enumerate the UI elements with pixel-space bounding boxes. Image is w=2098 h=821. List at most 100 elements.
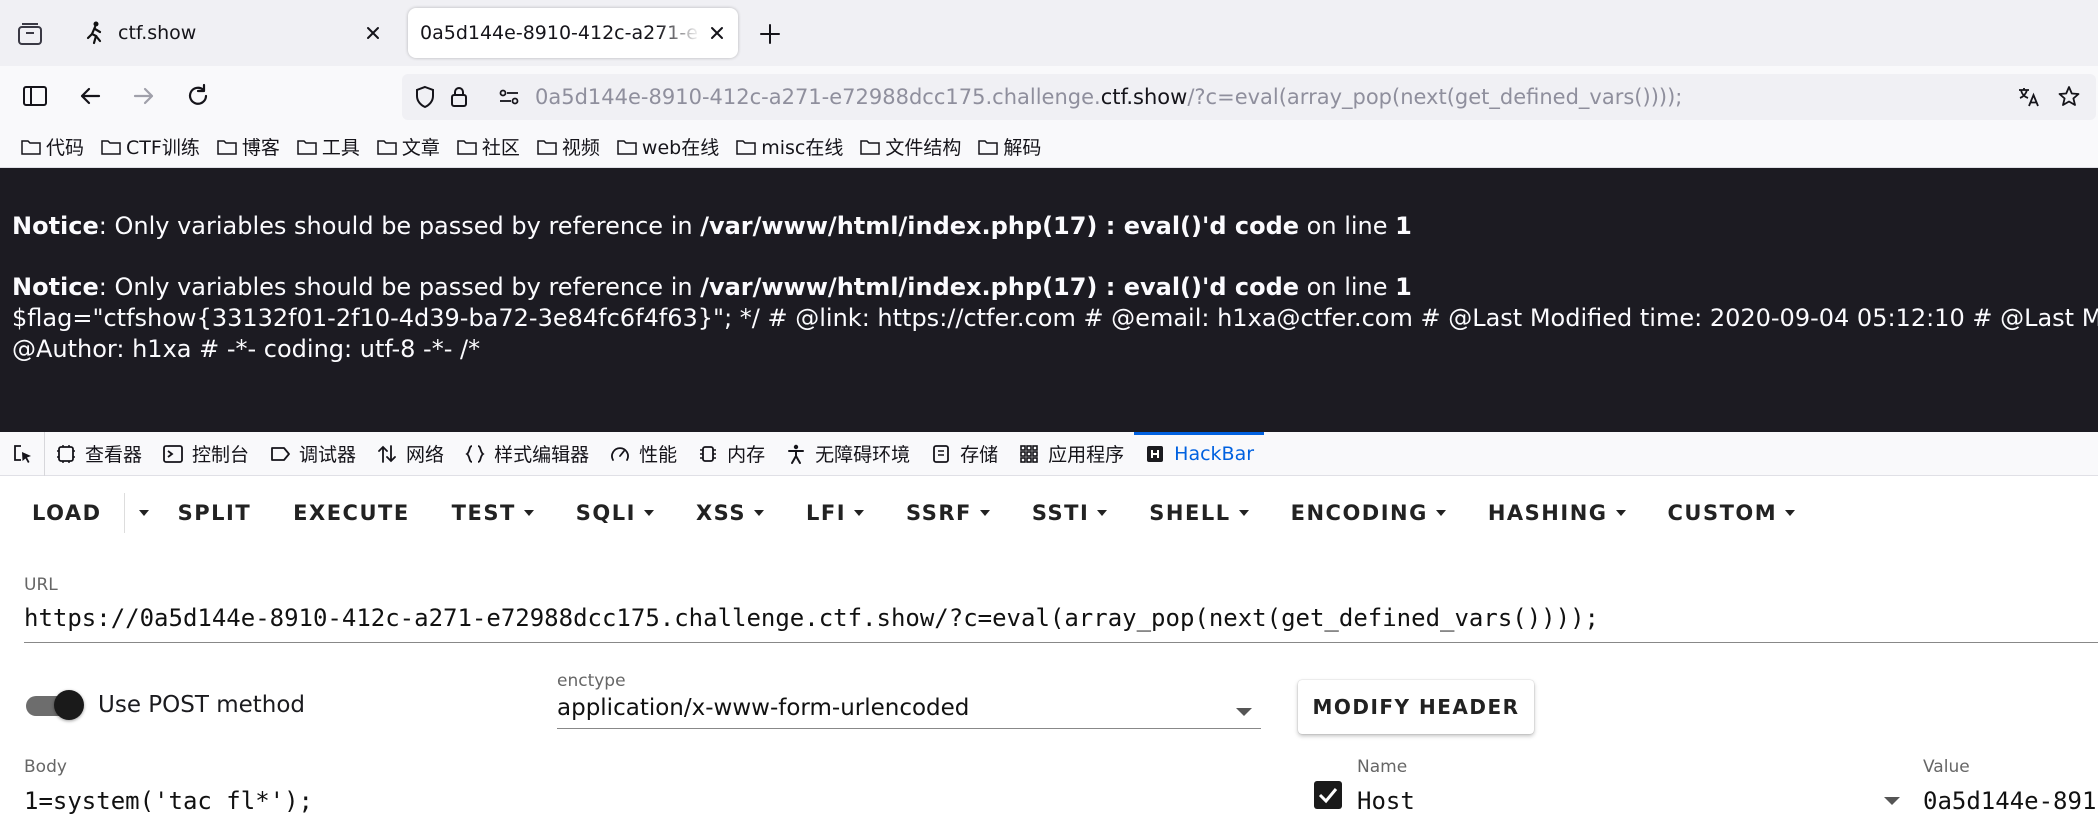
tab-style-editor[interactable]: 样式编辑器 <box>454 432 599 476</box>
url-text[interactable]: 0a5d144e-8910-412c-a271-e72988dcc175.cha… <box>535 74 1682 120</box>
caret-down-icon <box>979 510 990 516</box>
bookmark-label: 代码 <box>46 137 85 159</box>
reload-icon[interactable] <box>183 81 213 111</box>
grid-icon <box>1020 444 1038 463</box>
accessibility-icon <box>788 444 805 464</box>
bookmark-folder[interactable]: 工具 <box>296 133 360 160</box>
tab-inspector[interactable]: 查看器 <box>45 432 152 476</box>
flag-output: $flag="ctfshow{33132f01-2f10-4d39-ba72-3… <box>12 304 2098 332</box>
permissions-icon[interactable] <box>496 84 522 110</box>
caret-down-icon <box>1238 510 1249 516</box>
hackbar-menu: LOAD SPLIT EXECUTE TEST SQLI XSS LFI SSR… <box>0 476 2098 550</box>
enctype-underline <box>557 728 1261 729</box>
split-button[interactable]: SPLIT <box>178 501 252 525</box>
encoding-menu[interactable]: ENCODING <box>1291 501 1446 525</box>
network-icon <box>378 444 396 463</box>
test-menu[interactable]: TEST <box>452 501 534 525</box>
lfi-menu[interactable]: LFI <box>806 501 865 525</box>
runner-favicon-icon <box>86 21 102 45</box>
element-picker-icon <box>14 444 31 463</box>
caret-down-icon <box>753 510 764 516</box>
enctype-dropdown-icon[interactable] <box>1236 708 1252 716</box>
bookmark-folder[interactable]: 代码 <box>20 133 84 160</box>
memory-chip-icon <box>700 445 717 462</box>
body-input[interactable]: 1=system('tac fl*'); <box>24 787 313 815</box>
header-value-input[interactable]: 0a5d144e-891 <box>1923 787 2098 815</box>
bookmark-folder[interactable]: misc在线 <box>735 133 843 160</box>
bookmark-folder[interactable]: 视频 <box>536 133 600 160</box>
close-tab-icon[interactable] <box>356 16 390 50</box>
custom-menu[interactable]: CUSTOM <box>1668 501 1796 525</box>
back-icon[interactable] <box>75 81 105 111</box>
header-enabled-checkbox[interactable] <box>1314 781 1342 809</box>
tab-performance[interactable]: 性能 <box>599 432 687 476</box>
address-bar[interactable]: 0a5d144e-8910-412c-a271-e72988dcc175.cha… <box>402 74 2096 120</box>
bookmark-folder[interactable]: 社区 <box>456 133 520 160</box>
xss-menu[interactable]: XSS <box>696 501 764 525</box>
load-dropdown-button[interactable] <box>123 493 164 533</box>
ssrf-menu[interactable]: SSRF <box>906 501 990 525</box>
bookmark-star-icon[interactable] <box>2056 84 2082 110</box>
translate-icon[interactable] <box>2016 84 2042 110</box>
bookmark-folder[interactable]: 文件结构 <box>859 133 961 160</box>
folder-icon <box>736 139 756 155</box>
tab-debugger[interactable]: 调试器 <box>259 432 366 476</box>
header-name-select[interactable]: Host <box>1357 787 1415 815</box>
load-button[interactable]: LOAD <box>32 501 102 525</box>
bookmark-folder[interactable]: 文章 <box>376 133 440 160</box>
url-input-underline <box>24 642 2098 643</box>
tab-storage[interactable]: 存储 <box>920 432 1008 476</box>
bookmark-label: CTF训练 <box>126 137 200 159</box>
enctype-label: enctype <box>557 671 626 691</box>
header-name-label: Name <box>1357 757 1408 777</box>
modify-header-button[interactable]: MODIFY HEADER <box>1298 680 1534 734</box>
tab-title: ctf.show <box>118 22 197 44</box>
execute-button[interactable]: EXECUTE <box>293 501 410 525</box>
shell-menu[interactable]: SHELL <box>1149 501 1249 525</box>
bookmark-label: 文件结构 <box>885 137 962 159</box>
tracking-protection-shield-icon[interactable] <box>412 84 438 110</box>
tab-hackbar[interactable]: HackBar <box>1134 431 1264 476</box>
caret-down-icon <box>1785 510 1796 516</box>
tab-memory[interactable]: 内存 <box>687 432 775 476</box>
lock-icon[interactable] <box>446 84 472 110</box>
tab-console[interactable]: 控制台 <box>152 432 259 476</box>
sqli-menu[interactable]: SQLI <box>576 501 654 525</box>
bookmark-label: 文章 <box>401 137 440 159</box>
tab-list-icon[interactable] <box>14 18 46 50</box>
element-picker[interactable] <box>0 431 45 476</box>
gauge-icon <box>611 446 629 461</box>
enctype-select[interactable]: application/x-www-form-urlencoded <box>557 695 969 721</box>
bookmark-folder[interactable]: 解码 <box>977 133 1041 160</box>
bookmark-label: 视频 <box>561 137 600 159</box>
bookmark-folder[interactable]: web在线 <box>616 133 719 160</box>
folder-icon <box>101 139 121 155</box>
sidebar-toggle-icon[interactable] <box>20 81 50 111</box>
header-name-dropdown-icon[interactable] <box>1884 797 1900 805</box>
folder-icon <box>377 139 397 155</box>
new-tab-icon[interactable] <box>752 16 788 52</box>
bookmark-folder[interactable]: CTF训练 <box>100 133 200 160</box>
caret-down-icon <box>1097 510 1108 516</box>
tab-challenge[interactable]: 0a5d144e-8910-412c-a271-e72988dcc175 <box>408 8 738 58</box>
caret-down-icon <box>1435 510 1446 516</box>
tab-ctfshow[interactable]: ctf.show <box>64 8 394 58</box>
hashing-menu[interactable]: HASHING <box>1488 501 1626 525</box>
caret-down-icon <box>854 510 865 516</box>
folder-icon <box>457 139 477 155</box>
tab-accessibility[interactable]: 无障碍环境 <box>775 432 920 476</box>
close-tab-icon[interactable] <box>700 16 734 50</box>
tab-title: 0a5d144e-8910-412c-a271-e72988dcc175 <box>420 22 700 44</box>
caret-down-icon <box>139 510 150 516</box>
post-method-toggle[interactable] <box>26 690 84 720</box>
post-method-label: Use POST method <box>98 692 306 718</box>
caret-down-icon <box>523 510 534 516</box>
url-input[interactable]: https://0a5d144e-8910-412c-a271-e72988dc… <box>24 604 1599 632</box>
tab-network[interactable]: 网络 <box>366 432 454 476</box>
tab-application[interactable]: 应用程序 <box>1008 432 1134 476</box>
bookmark-folder[interactable]: 博客 <box>216 133 280 160</box>
ssti-menu[interactable]: SSTI <box>1032 501 1108 525</box>
folder-icon <box>217 139 237 155</box>
forward-icon[interactable] <box>129 81 159 111</box>
bookmarks-toolbar: 代码 CTF训练 博客 工具 文章 社区 视频 web在线 misc在线 文件结… <box>0 126 2098 168</box>
